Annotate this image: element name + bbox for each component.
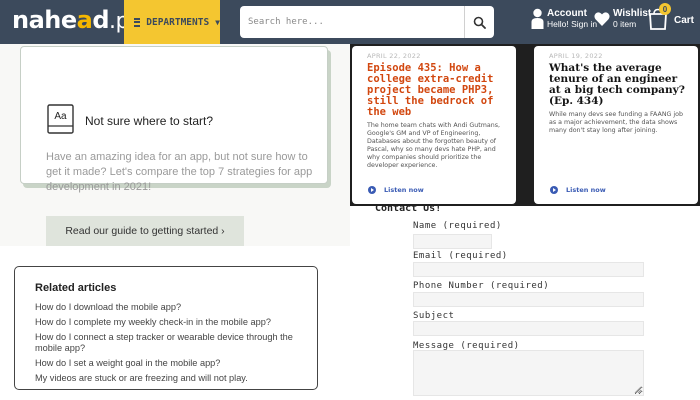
related-article-link[interactable]: How do I download the mobile app?: [35, 302, 303, 313]
contact-title: Contact Us!: [375, 203, 442, 214]
listen-label: Listen now: [566, 186, 606, 194]
episode-title[interactable]: Episode 435: How a college extra-credit …: [367, 63, 510, 118]
listen-label: Listen now: [384, 186, 424, 194]
email-field[interactable]: [413, 262, 644, 277]
wishlist-link[interactable]: Wishlist 0 item: [594, 8, 651, 30]
caret-down-icon: ▼: [215, 17, 220, 27]
related-articles-panel: Related articles How do I download the m…: [14, 266, 318, 390]
logo-text: nahe: [12, 6, 77, 34]
account-title: Account: [547, 8, 587, 19]
name-label: Name (required): [413, 221, 502, 231]
read-guide-button[interactable]: Read our guide to getting started ›: [46, 216, 244, 246]
dictionary-icon: Aa: [47, 104, 74, 134]
related-article-link[interactable]: How do I connect a step tracker or weara…: [35, 332, 303, 354]
resize-handle-icon[interactable]: [634, 386, 642, 394]
episode-description: While many devs see funding a FAANG job …: [549, 111, 684, 134]
phone-label: Phone Number (required): [413, 281, 550, 291]
play-icon: [368, 186, 376, 194]
logo-text-end: d: [92, 6, 110, 34]
departments-label: DEPARTMENTS: [146, 16, 210, 28]
search-icon: [473, 16, 486, 29]
episode-card[interactable]: APRIL 19, 2022 What's the average tenure…: [534, 46, 698, 204]
cart-link[interactable]: 0 Cart: [648, 3, 695, 32]
logo-accent: a: [76, 6, 93, 34]
name-field[interactable]: [413, 234, 492, 249]
site-logo[interactable]: nahead.pk: [12, 6, 142, 34]
top-header: nahead.pk DEPARTMENTS ▼ Account Hello! S…: [0, 0, 700, 44]
related-heading: Related articles: [35, 282, 117, 294]
search-button[interactable]: [464, 6, 494, 38]
episode-card[interactable]: APRIL 22, 2022 Episode 435: How a colleg…: [352, 46, 516, 204]
email-label: Email (required): [413, 251, 508, 261]
heart-icon: [594, 12, 610, 26]
wishlist-subtitle: 0 item: [613, 19, 637, 29]
wishlist-title: Wishlist: [613, 8, 652, 19]
hamburger-icon: [134, 17, 141, 27]
account-link[interactable]: Account Hello! Sign in: [531, 8, 597, 30]
episode-date: APRIL 22, 2022: [367, 52, 421, 60]
episode-description: The home team chats with Andi Gutmans, G…: [367, 122, 500, 169]
play-icon: [550, 186, 558, 194]
listen-now-button[interactable]: Listen now: [368, 186, 424, 194]
cart-count-badge: 0: [659, 3, 671, 15]
svg-text:Aa: Aa: [54, 111, 67, 122]
departments-button[interactable]: DEPARTMENTS ▼: [124, 0, 220, 44]
promo-text: Have an amazing idea for an app, but not…: [46, 151, 313, 193]
search-input[interactable]: [240, 6, 464, 38]
episode-title[interactable]: What's the average tenure of an engineer…: [549, 63, 692, 107]
subject-label: Subject: [413, 311, 455, 321]
user-icon: [531, 8, 544, 29]
related-article-link[interactable]: My videos are stuck or are freezing and …: [35, 373, 303, 384]
related-article-link[interactable]: How do I complete my weekly check-in in …: [35, 317, 303, 328]
message-field[interactable]: [413, 350, 644, 396]
account-subtitle: Hello! Sign in: [547, 19, 598, 29]
phone-field[interactable]: [413, 292, 644, 307]
listen-now-button[interactable]: Listen now: [550, 186, 606, 194]
related-article-link[interactable]: How do I set a weight goal in the mobile…: [35, 358, 303, 369]
search-bar: [240, 6, 494, 38]
subject-field[interactable]: [413, 321, 644, 336]
promo-title: Not sure where to start?: [85, 114, 214, 128]
episode-date: APRIL 19, 2022: [549, 52, 603, 60]
cart-label: Cart: [674, 14, 695, 26]
